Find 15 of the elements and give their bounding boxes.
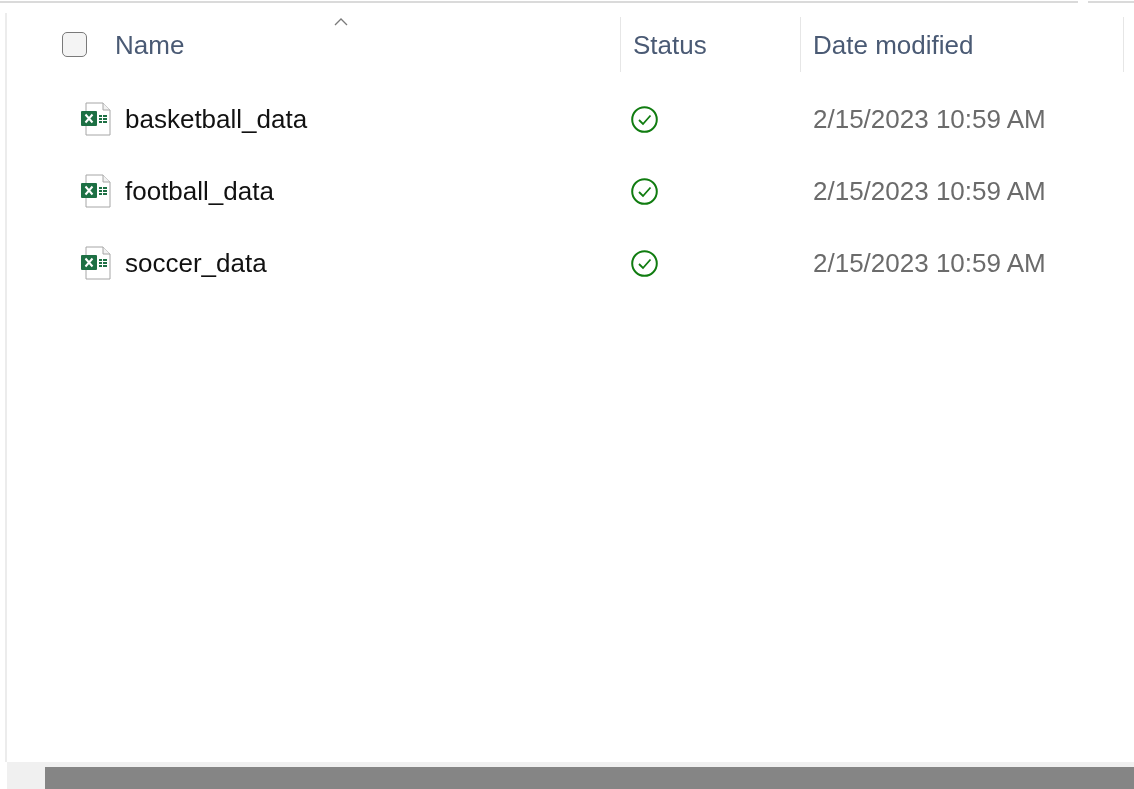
spreadsheet-file-icon (81, 174, 111, 208)
scrollbar-thumb[interactable] (45, 767, 1134, 789)
date-modified-text: 2/15/2023 10:59 AM (813, 106, 1046, 132)
file-name[interactable]: soccer_data (125, 250, 267, 276)
spreadsheet-file-icon (81, 246, 111, 280)
select-all-checkbox[interactable] (62, 32, 87, 57)
column-header[interactable]: Name (115, 31, 185, 58)
column-header[interactable]: Status (633, 31, 707, 58)
spreadsheet-file-icon (81, 102, 111, 136)
file-name[interactable]: basketball_data (125, 106, 308, 132)
horizontal-scrollbar[interactable] (7, 762, 1134, 789)
file-name[interactable]: football_data (125, 178, 274, 204)
column-header[interactable]: Date modified (813, 31, 974, 58)
date-modified-text: 2/15/2023 10:59 AM (813, 250, 1046, 276)
date-modified-text: 2/15/2023 10:59 AM (813, 178, 1046, 204)
